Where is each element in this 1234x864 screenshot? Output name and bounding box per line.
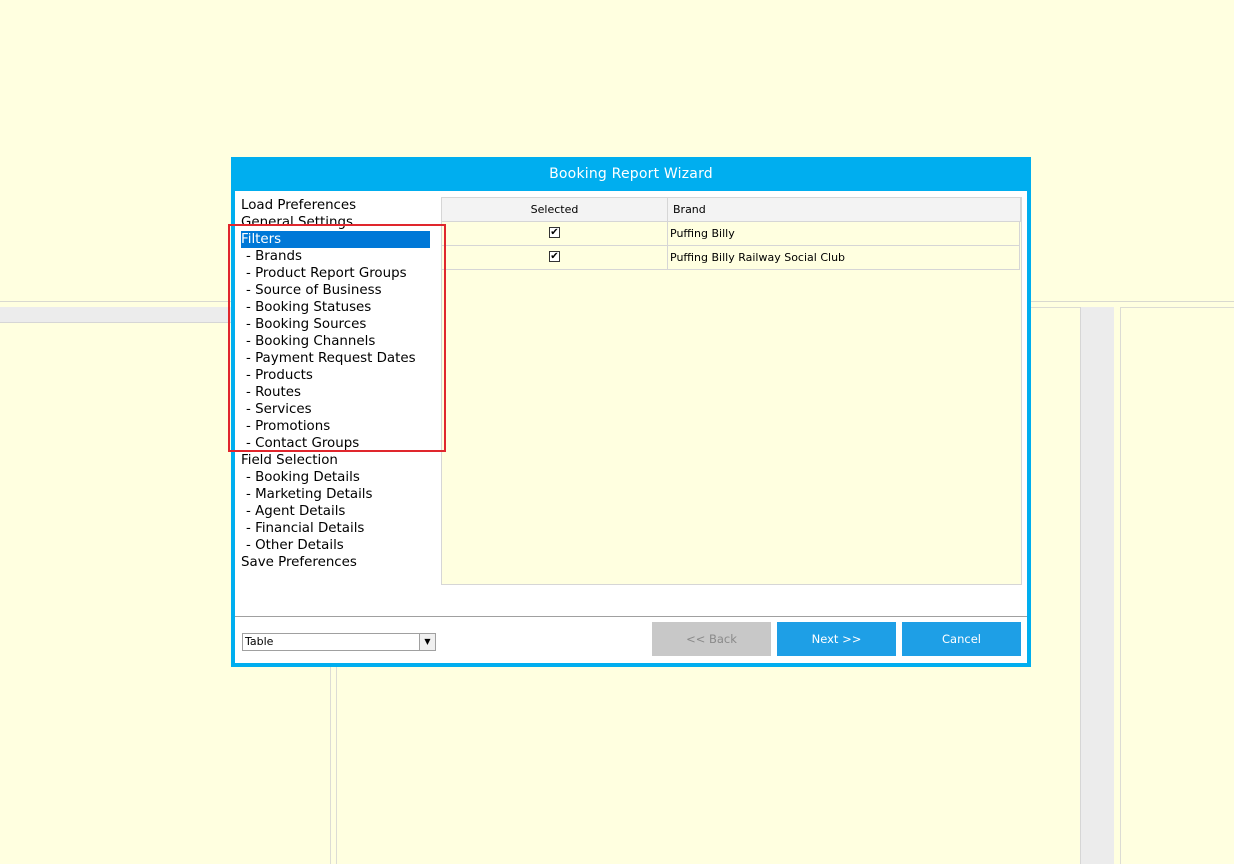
- footer-divider: [235, 616, 1027, 617]
- wizard-step-item[interactable]: - Agent Details: [241, 503, 441, 520]
- background-divider-short: [1030, 307, 1080, 308]
- view-type-select[interactable]: Table ▼: [242, 633, 436, 651]
- table-row[interactable]: ✔ Puffing Billy Railway Social Club: [442, 246, 1020, 270]
- wizard-step-item[interactable]: Field Selection: [241, 452, 441, 469]
- column-header-brand[interactable]: Brand: [668, 198, 1021, 221]
- back-button[interactable]: << Back: [652, 622, 771, 656]
- wizard-step-item[interactable]: Save Preferences: [241, 554, 441, 571]
- filters-highlight-box: [228, 224, 446, 452]
- brand-cell: Puffing Billy Railway Social Club: [668, 246, 1020, 269]
- grid-header: Selected Brand: [442, 198, 1021, 222]
- background-scroll-column: [1080, 307, 1114, 864]
- next-button[interactable]: Next >>: [777, 622, 896, 656]
- chevron-down-icon[interactable]: ▼: [419, 634, 435, 650]
- grid-rows: ✔ Puffing Billy ✔ Puffing Billy Railway Soc…: [442, 222, 1021, 270]
- brand-cell: Puffing Billy: [668, 222, 1020, 245]
- wizard-step-item[interactable]: - Marketing Details: [241, 486, 441, 503]
- column-header-selected[interactable]: Selected: [442, 198, 668, 221]
- dialog-title: Booking Report Wizard: [549, 166, 713, 182]
- checkmark-icon[interactable]: ✔: [549, 227, 560, 238]
- view-type-value: Table: [245, 635, 274, 648]
- wizard-step-item[interactable]: - Financial Details: [241, 520, 441, 537]
- table-row[interactable]: ✔ Puffing Billy: [442, 222, 1020, 246]
- background-pane-middle: [336, 660, 1080, 864]
- background-pane-right: [1120, 307, 1234, 864]
- selected-cell: ✔: [442, 246, 668, 269]
- wizard-step-item[interactable]: - Other Details: [241, 537, 441, 554]
- brands-grid: Selected Brand ✔ Puffing Billy ✔ Puffing Bi…: [441, 197, 1022, 585]
- wizard-step-item[interactable]: Load Preferences: [241, 197, 441, 214]
- checkmark-icon[interactable]: ✔: [549, 251, 560, 262]
- selected-cell: ✔: [442, 222, 668, 245]
- cancel-button[interactable]: Cancel: [902, 622, 1021, 656]
- background-toolbar-strip: [0, 307, 232, 323]
- wizard-step-item[interactable]: - Booking Details: [241, 469, 441, 486]
